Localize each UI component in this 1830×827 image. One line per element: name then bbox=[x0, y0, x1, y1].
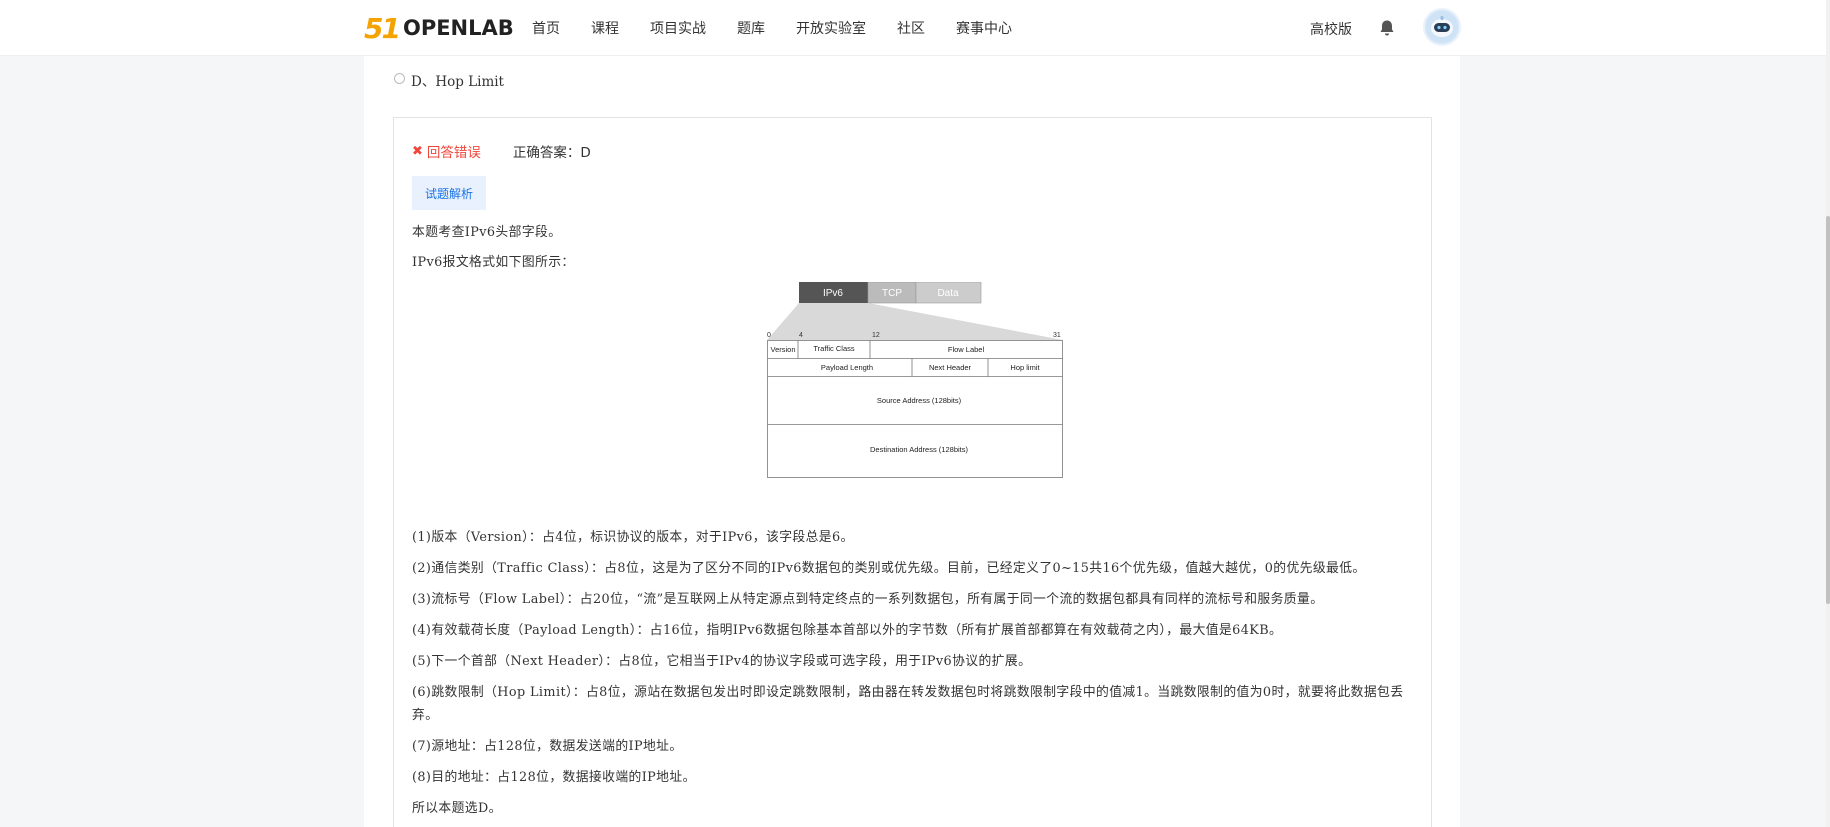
field-hop-limit: Hop limit bbox=[1010, 363, 1040, 372]
answer-analysis-panel: ✖ 回答错误 正确答案：D 试题解析 本题考查IPv6头部字段。 IPv6报文格… bbox=[393, 117, 1432, 827]
nav-item-question-bank[interactable]: 题库 bbox=[737, 18, 765, 38]
diagram-tab-tcp-label: TCP bbox=[882, 288, 902, 299]
field-next-header: Next Header bbox=[929, 363, 972, 372]
logo-brand: OPENLAB bbox=[402, 16, 514, 40]
analysis-item-7: (7)源地址：占128位，数据发送端的IP地址。 bbox=[412, 739, 683, 754]
analysis-item-1: (1)版本（Version）：占4位，标识协议的版本，对于IPv6，该字段总是6… bbox=[412, 530, 854, 545]
site-logo[interactable]: 51 OPENLAB bbox=[364, 11, 514, 45]
field-destination-address: Destination Address (128bits) bbox=[870, 445, 968, 454]
analysis-format-line: IPv6报文格式如下图所示： bbox=[412, 255, 575, 270]
nav-item-projects[interactable]: 项目实战 bbox=[650, 18, 706, 38]
nav-item-courses[interactable]: 课程 bbox=[591, 18, 619, 38]
analysis-intro: 本题考查IPv6头部字段。 bbox=[412, 225, 562, 240]
analysis-item-8: (8)目的地址：占128位，数据接收端的IP地址。 bbox=[412, 770, 696, 785]
nav-item-open-lab[interactable]: 开放实验室 bbox=[796, 18, 866, 38]
nav-item-competition[interactable]: 赛事中心 bbox=[956, 18, 1012, 38]
ipv6-header-diagram: IPv6 TCP Data 0 4 12 31 Version Traffic … bbox=[767, 281, 1063, 478]
wrong-answer-status: ✖ 回答错误 bbox=[412, 141, 481, 162]
robot-avatar-icon[interactable] bbox=[1423, 8, 1461, 46]
analysis-item-6: (6)跳数限制（Hop Limit）：占8位，源站在数据包发出时即设定跳数限制，… bbox=[412, 685, 1404, 723]
option-d-label: D、Hop Limit bbox=[411, 74, 504, 90]
scrollbar-thumb[interactable] bbox=[1826, 216, 1830, 604]
wrong-answer-label: 回答错误 bbox=[426, 145, 481, 161]
bit-mark-31: 31 bbox=[1053, 332, 1061, 339]
main-nav: 首页 课程 项目实战 题库 开放实验室 社区 赛事中心 bbox=[532, 0, 1012, 56]
field-traffic-class: Traffic Class bbox=[813, 344, 855, 353]
close-icon: ✖ bbox=[412, 143, 423, 159]
diagram-tab-ipv6-label: IPv6 bbox=[823, 288, 843, 299]
diagram-tab-data-label: Data bbox=[937, 288, 959, 299]
bit-mark-0: 0 bbox=[767, 332, 771, 339]
analysis-item-4: (4)有效载荷长度（Payload Length）：占16位，指明IPv6数据包… bbox=[412, 623, 1283, 638]
field-source-address: Source Address (128bits) bbox=[877, 396, 962, 405]
bit-mark-4: 4 bbox=[799, 332, 803, 339]
field-flow-label: Flow Label bbox=[948, 345, 985, 354]
tab-analysis[interactable]: 试题解析 bbox=[412, 176, 486, 210]
logo-number: 51 bbox=[364, 11, 401, 45]
nav-item-home[interactable]: 首页 bbox=[532, 18, 560, 38]
result-row: ✖ 回答错误 正确答案：D bbox=[412, 141, 591, 162]
radio-button[interactable] bbox=[394, 72, 405, 84]
top-navigation-bar: 51 OPENLAB 首页 课程 项目实战 题库 开放实验室 社区 赛事中心 高… bbox=[0, 0, 1826, 56]
analysis-item-2: (2)通信类别（Traffic Class）：占8位，这是为了区分不同的IPv6… bbox=[412, 561, 1366, 576]
nav-item-community[interactable]: 社区 bbox=[897, 18, 925, 38]
analysis-item-5: (5)下一个首部（Next Header）：占8位，它相当于IPv4的协议字段或… bbox=[412, 654, 1032, 669]
bit-mark-12: 12 bbox=[872, 332, 880, 339]
field-version: Version bbox=[770, 345, 795, 354]
analysis-item-3: (3)流标号（Flow Label）：占20位，“流”是互联网上从特定源点到特定… bbox=[412, 592, 1324, 607]
correct-answer-label: 正确答案：D bbox=[512, 145, 591, 161]
field-payload-length: Payload Length bbox=[821, 363, 873, 372]
bell-icon[interactable] bbox=[1377, 18, 1397, 38]
campus-edition-link[interactable]: 高校版 bbox=[1310, 19, 1352, 39]
analysis-conclusion: 所以本题选D。 bbox=[412, 801, 502, 816]
answer-option-d[interactable]: D、Hop Limit bbox=[394, 70, 504, 90]
